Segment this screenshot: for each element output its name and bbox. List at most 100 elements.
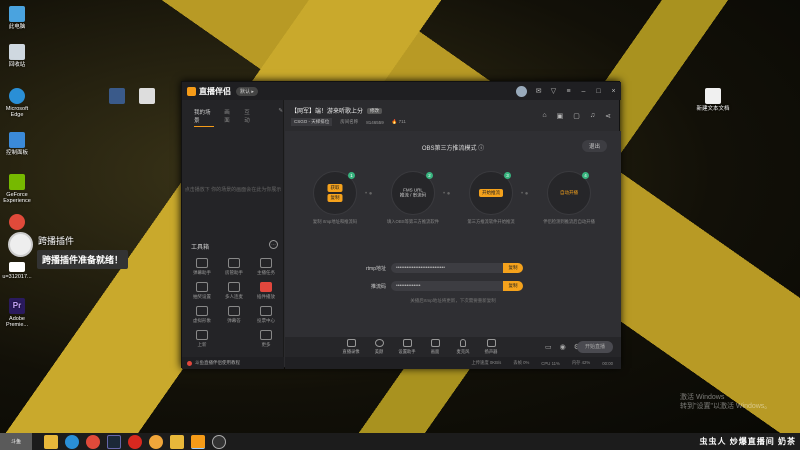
netease-music-icon[interactable] [128,434,142,449]
tool-avatar[interactable]: 虚拟形象 [186,306,218,324]
tool-label: 投票中心 [257,318,275,323]
step-copy-button[interactable]: 复制 [327,194,343,202]
qq-icon[interactable] [149,434,163,449]
steam-icon[interactable] [107,434,121,449]
live-duration: 00:00 [602,360,613,366]
tool-label: 弹幕助手 [193,270,211,275]
quiz-icon [228,306,240,316]
room-title: 【网军】端！游来听歌上分 [291,109,364,115]
desktop-icon-shortcut-1[interactable] [100,88,134,106]
desktop-icon-edge[interactable]: Microsoft Edge [0,88,34,118]
bell-icon[interactable]: ♫ [590,112,595,120]
step-caption: 第三方推流软件开始推流 [467,219,515,224]
minimize-icon[interactable]: – [580,88,587,95]
tab-interaction[interactable]: 互动 [244,108,254,127]
room-label: 房间名称 [340,119,359,124]
scene-empty-text: 点击播放下 你的场景的画面会在此为你展示 [184,187,282,193]
eye-icon[interactable]: ◉ [560,343,566,351]
desktop-icon-image-file[interactable]: u=312017... [0,262,34,280]
tool-plugin[interactable]: 插件播放 [250,282,282,300]
screenshot-icon[interactable]: ▣ [557,112,564,120]
step-start-push: 开始推流 [479,189,503,197]
step-caption: 复制 rtmp地址和推流码 [312,219,358,224]
speaker-button[interactable]: 扬声器 [477,339,505,355]
microphone-button[interactable]: 麦克风 [449,339,477,355]
maximize-icon[interactable]: □ [595,88,602,95]
tab-my-scene[interactable]: 我的场景 [194,108,215,127]
step-number: 3 [504,172,511,179]
assistant-icon [402,339,412,347]
hot-value: 🔥 711 [391,119,406,124]
camera-icon[interactable]: ▭ [545,343,552,351]
tool-multi-mic[interactable]: 多人连麦 [218,282,250,300]
tutorial-label: 斗鱼直播伴侣使用教程 [195,360,240,365]
share-icon[interactable]: ⋖ [605,112,611,120]
exit-mode-button[interactable]: 退出 [581,140,607,152]
desktop-icon-label: 回收站 [8,62,26,68]
mic-link-icon [228,282,240,292]
game-category[interactable]: CSGO - 天梯排位 [291,118,333,126]
user-avatar[interactable] [516,86,527,97]
douyu-companion-icon[interactable] [191,434,205,449]
desktop-icon-text-file[interactable]: 新建文本文档 [696,88,730,112]
desktop-icon-geforce[interactable]: GeForce Experience [0,174,34,204]
tool-lottery[interactable]: 抽奖设置 [186,282,218,300]
desktop-icon-control-panel[interactable]: 控制面板 [0,132,34,156]
desktop-icon-chrome[interactable] [0,214,34,232]
start-live-button[interactable]: 开始直播 [577,341,613,353]
tool-label: 上新 [197,342,207,347]
menu-icon[interactable]: ≡ [565,88,572,95]
scene-switch-badge[interactable]: 默认 ▸ [236,86,258,96]
tool-more[interactable]: 更多 [250,330,282,348]
desktop-icon-recycle-bin[interactable]: 回收站 [0,44,34,68]
record-button[interactable]: 直播录像 [337,339,365,355]
copy-key-button[interactable]: 复制 [503,281,523,291]
close-icon[interactable]: × [610,88,617,95]
file-explorer-icon[interactable] [44,434,58,449]
step-get-button[interactable]: 获取 [327,184,343,192]
gift-icon[interactable]: ⌂ [542,112,546,120]
microphone-icon [460,339,466,347]
toolbox-settings-icon[interactable]: … [269,240,278,249]
skin-icon[interactable]: ▽ [550,88,557,95]
tutorial-link[interactable]: 斗鱼直播伴侣使用教程 [182,357,284,369]
tool-room-admin[interactable]: 房管助手 [218,258,250,276]
tool-danmu-quiz[interactable]: 弹幕答 [218,306,250,324]
copy-rtmp-button[interactable]: 复制 [503,263,523,273]
tab-picture[interactable]: 画面 [224,108,234,127]
stream-key-field[interactable]: •••••••••••••• [391,281,503,291]
lottery-icon [196,282,208,292]
rtmp-field[interactable]: •••••••••••••••••••••••••••• [391,263,503,273]
start-button[interactable]: 斗鱼 [0,433,32,450]
tool-danmu[interactable]: 弹幕助手 [186,258,218,276]
desktop-icon-premiere[interactable]: Pr Adobe Premie... [0,298,34,328]
tab-more[interactable]: ✎ [278,108,283,127]
share-window-icon[interactable]: ▢ [573,112,580,120]
tool-label: 抽奖设置 [193,294,211,299]
step-fill: 2 FMS URL 推流 / 串流码 [391,171,435,215]
edge-icon[interactable] [65,434,79,449]
message-icon[interactable]: ✉ [535,88,542,95]
beauty-button[interactable]: 美颜 [365,339,393,355]
push-hint: 关播后rtmp地址将更新，下次需要重新复制 [410,298,496,303]
left-panel: 我的场景 画面 互动 ✎ 点击播放下 你的场景的画面会在此为你展示 工具箱 … … [182,100,284,369]
obs-icon[interactable] [212,434,226,449]
tool-vote[interactable]: 投票中心 [250,306,282,324]
desktop-icon-shortcut-2[interactable] [130,88,164,106]
room-info-bar: 【网军】端！游来听歌上分 修改 CSGO - 天梯排位 房间名称 8146559… [291,106,615,128]
tool-task[interactable]: 主播任务 [250,258,282,276]
edit-room-button[interactable]: 修改 [367,107,383,114]
record-icon [346,339,356,347]
logo-icon [187,86,196,96]
hot-number: 711 [398,119,406,124]
chrome-icon[interactable] [86,434,100,449]
desktop-icon-this-pc[interactable]: 此电脑 [0,6,34,30]
setup-assistant-button[interactable]: 设置助手 [393,339,421,355]
step-arrow: • ● [443,191,451,197]
folder-icon[interactable] [170,434,184,449]
tool-new[interactable]: 上新 [186,330,218,348]
toolbox-grid: 弹幕助手 房管助手 主播任务 抽奖设置 多人连麦 插件播放 虚拟形象 弹幕答 投… [186,258,282,348]
avatar-icon [196,306,208,316]
picture-button[interactable]: 画面 [421,339,449,355]
obs-push-stage: OBS第三方推流模式 ⓘ 退出 1 获取 复制 复制 rtmp地址和推流码 • … [285,131,621,337]
